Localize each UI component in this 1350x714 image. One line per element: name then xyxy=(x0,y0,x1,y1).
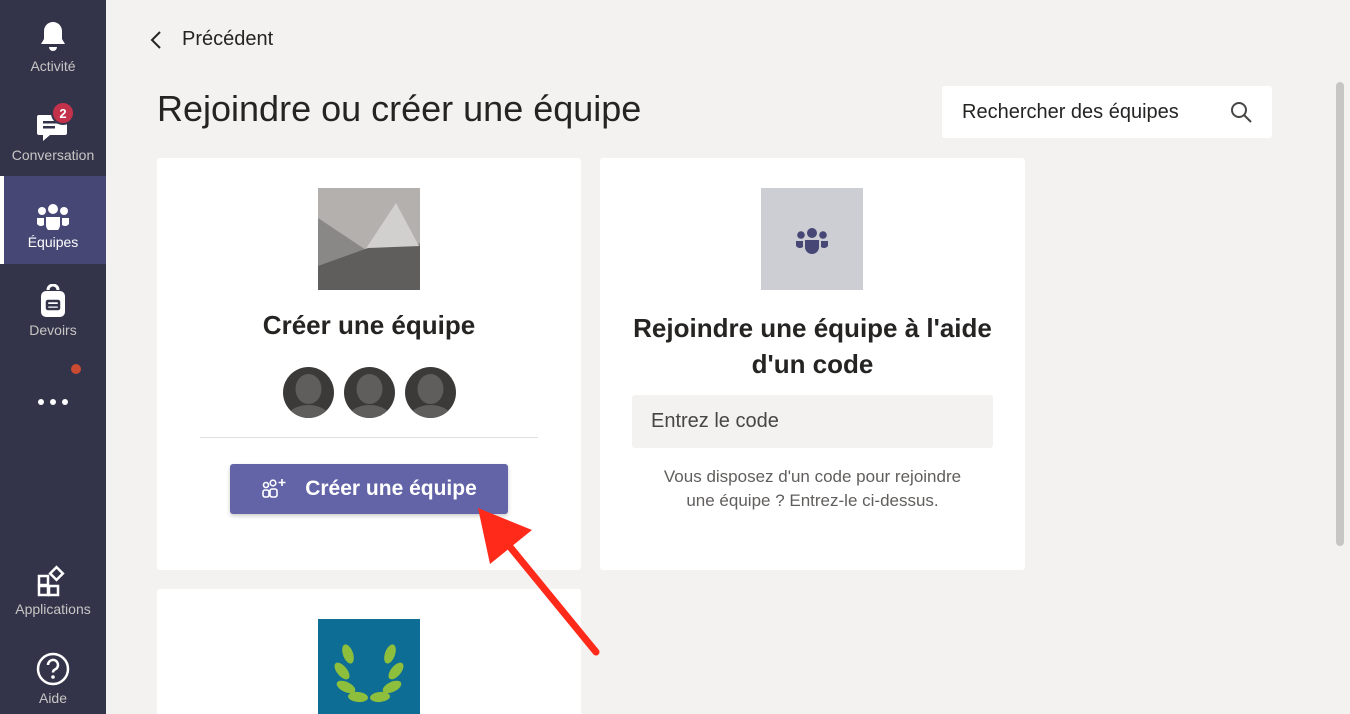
rail-item-apps[interactable]: Applications xyxy=(0,545,106,633)
search-icon[interactable] xyxy=(1230,101,1252,123)
more-icon xyxy=(23,358,83,406)
rail-item-more[interactable] xyxy=(0,358,106,418)
join-card-title-line2: d'un code xyxy=(751,349,874,379)
avatar xyxy=(282,367,334,418)
create-team-button[interactable]: Créer une équipe xyxy=(230,464,508,514)
rail-item-conversation[interactable]: 2 Conversation xyxy=(0,89,106,177)
team-placeholder-image xyxy=(318,188,420,290)
join-card-title-line1: Rejoindre une équipe à l'aide xyxy=(633,313,992,343)
join-team-image xyxy=(761,188,863,290)
add-team-icon xyxy=(262,479,286,498)
team-search[interactable] xyxy=(942,86,1272,138)
page-title: Rejoindre ou créer une équipe xyxy=(157,88,642,129)
back-label: Précédent xyxy=(182,28,274,50)
unread-badge: 2 xyxy=(51,101,75,125)
chat-icon: 2 xyxy=(23,99,83,143)
vertical-scrollbar[interactable] xyxy=(1336,82,1344,546)
member-avatars xyxy=(157,367,581,418)
avatar xyxy=(404,367,456,418)
rail-label-apps: Applications xyxy=(15,601,91,617)
search-input[interactable] xyxy=(962,100,1212,124)
rail-label-assignments: Devoirs xyxy=(29,322,77,338)
rail-label-activity: Activité xyxy=(30,58,76,74)
team-code-input[interactable] xyxy=(632,395,993,448)
annotation-arrow-icon xyxy=(478,508,600,656)
create-team-button-label: Créer une équipe xyxy=(305,477,477,500)
app-rail: Activité 2 Conversation Équipes Devoirs … xyxy=(0,0,106,714)
rail-item-activity[interactable]: Activité xyxy=(0,0,106,88)
divider xyxy=(200,437,538,438)
join-card-title: Rejoindre une équipe à l'aide d'un code xyxy=(600,310,1025,382)
teams-icon xyxy=(23,186,83,230)
rail-label-help: Aide xyxy=(38,690,68,706)
rail-item-assignments[interactable]: Devoirs xyxy=(0,266,106,354)
rail-label-conversation: Conversation xyxy=(11,147,95,163)
join-with-code-card: Rejoindre une équipe à l'aide d'un code … xyxy=(600,158,1025,570)
chevron-left-icon xyxy=(150,30,161,49)
bell-icon xyxy=(23,10,83,54)
avatar xyxy=(343,367,395,418)
laurel-wreath-image xyxy=(318,619,420,714)
backpack-icon xyxy=(23,274,83,318)
rail-label-teams: Équipes xyxy=(27,234,79,250)
back-link[interactable]: Précédent xyxy=(150,28,273,51)
apps-icon xyxy=(23,553,83,597)
help-icon xyxy=(23,642,83,686)
join-hint-text: Vous disposez d'un code pour rejoindre u… xyxy=(630,465,995,513)
join-hint-line2: une équipe ? Entrez-le ci-dessus. xyxy=(686,491,939,510)
rail-item-help[interactable]: Aide xyxy=(0,634,106,714)
rail-item-teams[interactable]: Équipes xyxy=(0,176,106,264)
create-card-title: Créer une équipe xyxy=(262,310,476,340)
join-hint-line1: Vous disposez d'un code pour rejoindre xyxy=(663,467,962,486)
